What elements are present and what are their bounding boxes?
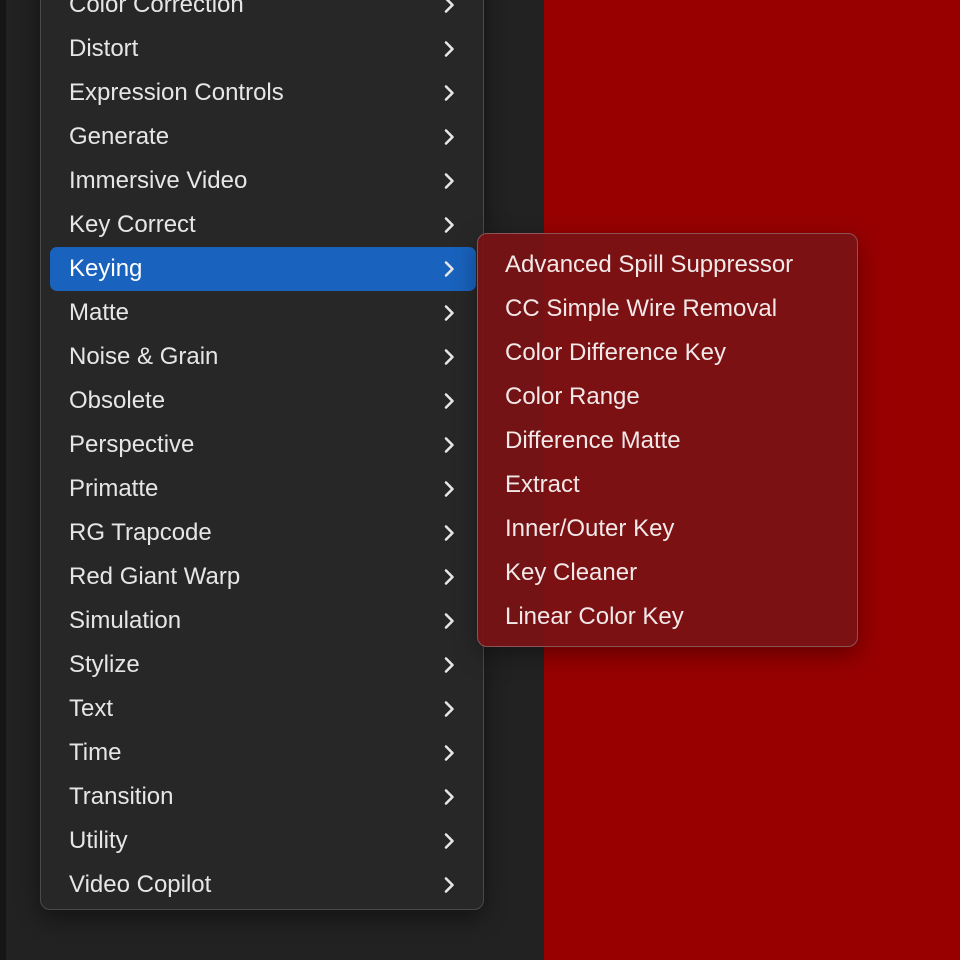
chevron-right-icon [444,173,454,189]
menu-item-generate[interactable]: Generate [50,115,476,159]
menu-item-label: Video Copilot [69,871,212,898]
menu-item-primatte[interactable]: Primatte [50,467,476,511]
chevron-right-icon [444,217,454,233]
menu-item-label: Obsolete [69,387,166,414]
menu-item-label: Noise & Grain [69,343,219,370]
chevron-right-icon [444,129,454,145]
menu-item-label: Matte [69,299,130,326]
keying-submenu-list: Advanced Spill Suppressor CC Simple Wire … [487,243,849,639]
chevron-right-icon [444,569,454,585]
submenu-item-label: CC Simple Wire Removal [505,295,778,322]
submenu-item-advanced-spill-suppressor[interactable]: Advanced Spill Suppressor [487,243,849,287]
chevron-right-icon [444,349,454,365]
menu-item-perspective[interactable]: Perspective [50,423,476,467]
submenu-item-inner-outer-key[interactable]: Inner/Outer Key [487,507,849,551]
menu-item-color-correction[interactable]: Color Correction [50,0,476,27]
submenu-item-label: Key Cleaner [505,559,638,586]
chevron-right-icon [444,789,454,805]
chevron-right-icon [444,41,454,57]
chevron-right-icon [444,481,454,497]
menu-item-label: Transition [69,783,174,810]
submenu-item-key-cleaner[interactable]: Key Cleaner [487,551,849,595]
menu-item-distort[interactable]: Distort [50,27,476,71]
submenu-item-label: Inner/Outer Key [505,515,675,542]
submenu-item-linear-color-key[interactable]: Linear Color Key [487,595,849,639]
menu-item-label: Utility [69,827,128,854]
submenu-item-difference-matte[interactable]: Difference Matte [487,419,849,463]
menu-item-label: Keying [69,255,143,282]
menu-item-key-correct[interactable]: Key Correct [50,203,476,247]
menu-item-label: RG Trapcode [69,519,212,546]
menu-item-label: Distort [69,35,139,62]
submenu-item-label: Advanced Spill Suppressor [505,251,794,278]
menu-item-utility[interactable]: Utility [50,819,476,863]
submenu-item-color-range[interactable]: Color Range [487,375,849,419]
submenu-item-label: Color Range [505,383,640,410]
chevron-right-icon [444,877,454,893]
menu-item-immersive-video[interactable]: Immersive Video [50,159,476,203]
chevron-right-icon [444,833,454,849]
menu-item-label: Text [69,695,114,722]
menu-item-red-giant-warp[interactable]: Red Giant Warp [50,555,476,599]
chevron-right-icon [444,525,454,541]
menu-item-text[interactable]: Text [50,687,476,731]
menu-item-video-copilot[interactable]: Video Copilot [50,863,476,907]
menu-item-transition[interactable]: Transition [50,775,476,819]
chevron-right-icon [444,305,454,321]
chevron-right-icon [444,393,454,409]
chevron-right-icon [444,0,454,13]
menu-item-label: Simulation [69,607,182,634]
submenu-item-label: Difference Matte [505,427,681,454]
menu-item-label: Immersive Video [69,167,248,194]
menu-item-simulation[interactable]: Simulation [50,599,476,643]
chevron-right-icon [444,85,454,101]
submenu-item-label: Color Difference Key [505,339,726,366]
app-window: Color Correction Distort Expression Contro… [0,0,960,960]
menu-item-label: Primatte [69,475,159,502]
menu-item-label: Time [69,739,122,766]
keying-submenu: Advanced Spill Suppressor CC Simple Wire … [477,233,858,647]
chevron-right-icon [444,437,454,453]
effects-menu-list: Color Correction Distort Expression Contro… [50,0,476,907]
chevron-right-icon [444,613,454,629]
menu-item-label: Generate [69,123,170,150]
menu-item-time[interactable]: Time [50,731,476,775]
submenu-item-extract[interactable]: Extract [487,463,849,507]
submenu-item-cc-simple-wire-removal[interactable]: CC Simple Wire Removal [487,287,849,331]
menu-item-label: Key Correct [69,211,196,238]
menu-item-matte[interactable]: Matte [50,291,476,335]
submenu-item-color-difference-key[interactable]: Color Difference Key [487,331,849,375]
menu-item-obsolete[interactable]: Obsolete [50,379,476,423]
menu-item-rg-trapcode[interactable]: RG Trapcode [50,511,476,555]
effects-menu: Color Correction Distort Expression Contro… [40,0,484,910]
menu-item-label: Expression Controls [69,79,284,106]
submenu-item-label: Linear Color Key [505,603,684,630]
menu-item-stylize[interactable]: Stylize [50,643,476,687]
menu-item-expression-controls[interactable]: Expression Controls [50,71,476,115]
chevron-right-icon [444,745,454,761]
submenu-item-label: Extract [505,471,580,498]
menu-item-label: Stylize [69,651,140,678]
chevron-right-icon [444,657,454,673]
chevron-right-icon [444,701,454,717]
menu-item-label: Perspective [69,431,195,458]
menu-item-noise-and-grain[interactable]: Noise & Grain [50,335,476,379]
menu-item-label: Color Correction [69,0,244,18]
menu-item-keying[interactable]: Keying [50,247,476,291]
chevron-right-icon [444,261,454,277]
menu-item-label: Red Giant Warp [69,563,241,590]
